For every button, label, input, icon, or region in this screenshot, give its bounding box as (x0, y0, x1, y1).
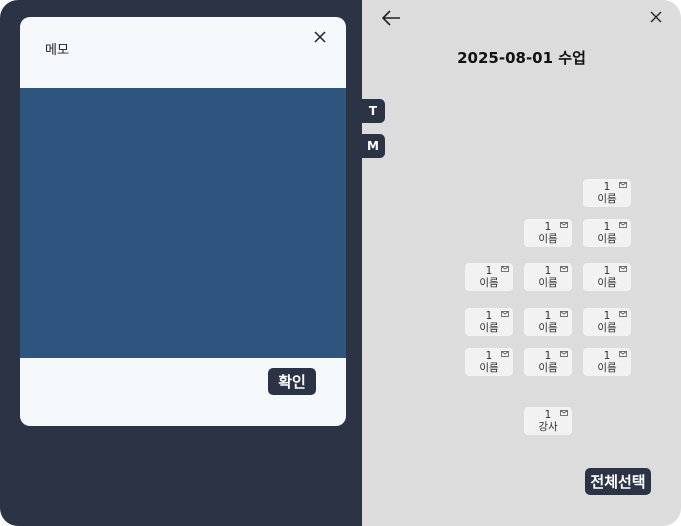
seat-name: 이름 (479, 277, 499, 289)
class-title: 2025-08-01 수업 (457, 49, 586, 67)
seat-card[interactable]: 1 이름 (583, 179, 631, 207)
seat-card[interactable]: 1 이름 (583, 348, 631, 376)
right-panel (362, 0, 681, 526)
seat-card[interactable]: 1 이름 (524, 263, 572, 291)
seat-card[interactable]: 1 이름 (583, 308, 631, 336)
tab-t[interactable]: T (361, 99, 385, 123)
seat-name: 이름 (597, 193, 617, 205)
seat-card[interactable]: 1 이름 (524, 308, 572, 336)
memo-icon (501, 266, 509, 272)
seat-name: 이름 (479, 362, 499, 374)
memo-modal: 메모 확인 (20, 17, 346, 426)
seat-name: 이름 (479, 322, 499, 334)
seat-name: 이름 (538, 233, 558, 245)
memo-icon (560, 266, 568, 272)
seat-name: 이름 (597, 362, 617, 374)
seat-card[interactable]: 1 강사 (524, 407, 572, 435)
close-icon[interactable] (650, 11, 662, 23)
memo-title: 메모 (45, 43, 69, 58)
memo-icon (619, 266, 627, 272)
seat-name: 강사 (538, 421, 558, 433)
seat-name: 이름 (538, 277, 558, 289)
seat-name: 이름 (597, 233, 617, 245)
memo-icon (619, 222, 627, 228)
memo-icon (501, 311, 509, 317)
memo-icon (619, 182, 627, 188)
left-panel: 메모 확인 (0, 0, 362, 526)
memo-textarea[interactable] (20, 88, 346, 358)
seat-card[interactable]: 1 이름 (524, 219, 572, 247)
memo-icon (501, 351, 509, 357)
memo-icon (560, 222, 568, 228)
close-icon[interactable] (312, 29, 328, 45)
seat-card[interactable]: 1 이름 (465, 348, 513, 376)
select-all-button[interactable]: 전체선택 (585, 468, 651, 495)
memo-icon (560, 311, 568, 317)
back-arrow-icon[interactable] (380, 9, 402, 27)
seat-name: 이름 (597, 277, 617, 289)
memo-icon (560, 351, 568, 357)
seat-name: 이름 (597, 322, 617, 334)
confirm-button[interactable]: 확인 (268, 368, 316, 395)
memo-icon (619, 311, 627, 317)
seat-name: 이름 (538, 362, 558, 374)
seat-card[interactable]: 1 이름 (465, 308, 513, 336)
seat-card[interactable]: 1 이름 (465, 263, 513, 291)
memo-icon (619, 351, 627, 357)
tab-m[interactable]: M (361, 134, 385, 158)
seat-name: 이름 (538, 322, 558, 334)
seat-card[interactable]: 1 이름 (524, 348, 572, 376)
seat-card[interactable]: 1 이름 (583, 263, 631, 291)
memo-icon (560, 410, 568, 416)
seat-card[interactable]: 1 이름 (583, 219, 631, 247)
